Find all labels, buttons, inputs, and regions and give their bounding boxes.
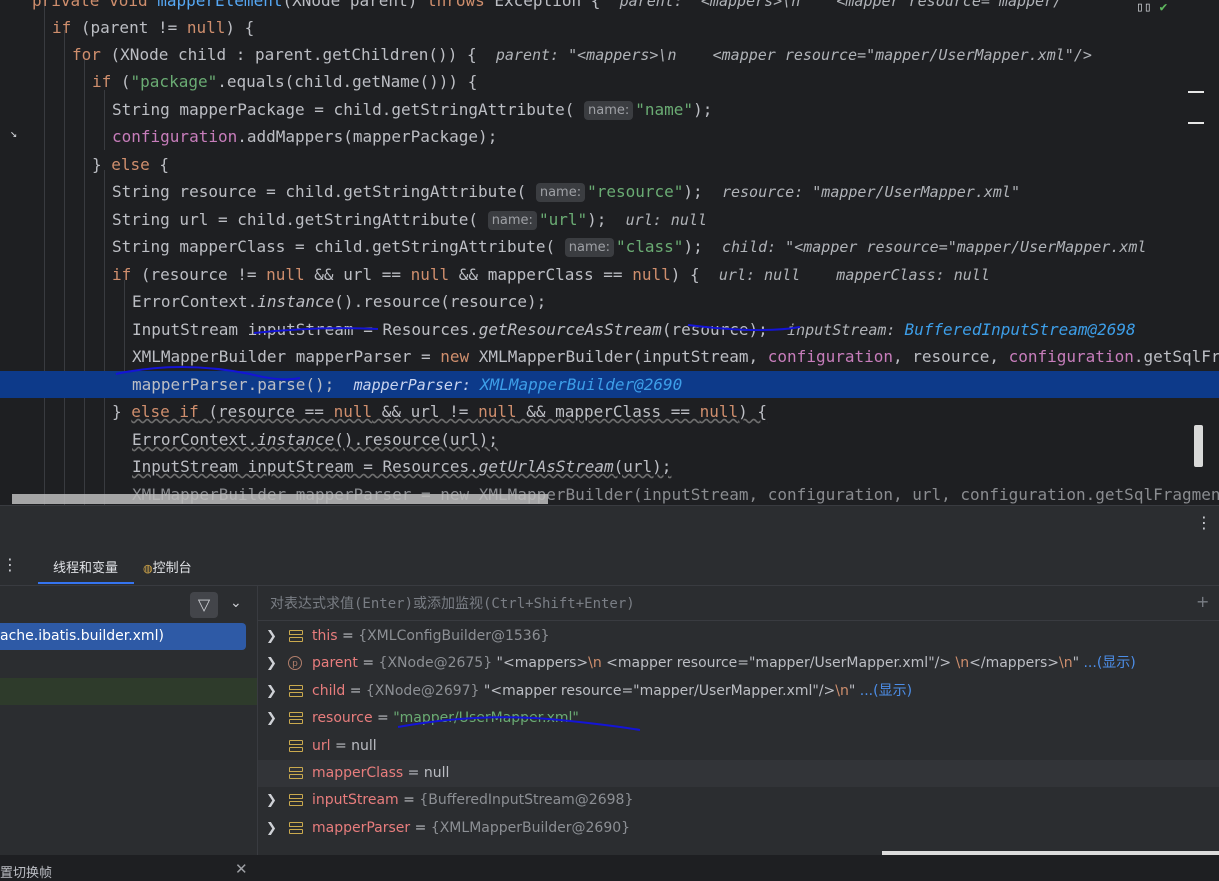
field-icon [288, 793, 303, 807]
variable-row[interactable]: ❯ p parent = {XNode@2675} "<mappers>\n <ma… [258, 650, 1219, 677]
code-line[interactable]: String resource = child.getStringAttribu… [0, 178, 1219, 205]
variable-row[interactable]: url = null [258, 733, 1219, 760]
field-icon [288, 739, 303, 753]
field-icon [288, 711, 303, 725]
field-icon [288, 629, 303, 643]
variable-row[interactable]: ❯ this = {XMLConfigBuilder@1536} [258, 623, 1219, 650]
variable-name: parent = {XNode@2675} "<mappers>\n <mapp… [312, 655, 1136, 672]
variable-value: = {XMLConfigBuilder@1536} [337, 628, 550, 644]
code-line[interactable]: } else { [0, 151, 1219, 178]
close-icon[interactable]: ✕ [235, 860, 248, 878]
scrollbar-marker [1188, 91, 1204, 93]
variable-value: = {XNode@2675} "<mappers>\n <mapper reso… [357, 655, 1136, 672]
code-line[interactable]: ErrorContext.instance().resource(url); [0, 426, 1219, 453]
variable-value: = "mapper/UserMapper.xml" [372, 710, 579, 727]
scrollbar-marker [1188, 122, 1204, 124]
variable-value: = null [403, 765, 450, 781]
variable-value: = {XNode@2697} "<mapper resource="mapper… [345, 682, 913, 699]
code-line[interactable]: } else if (resource == null && url != nu… [0, 398, 1219, 425]
vertical-scrollbar-thumb[interactable] [1194, 425, 1203, 467]
variable-value: = {BufferedInputStream@2698} [398, 792, 634, 809]
variable-name: resource = "mapper/UserMapper.xml" [312, 710, 579, 727]
more-options-icon[interactable]: ⋮ [1196, 513, 1212, 532]
status-bar-fragment [882, 851, 1219, 855]
tab-threads-variables[interactable]: 线程和变量 [53, 557, 118, 576]
code-editor[interactable]: private void mapperElement(XNode parent)… [0, 0, 1219, 505]
code-line[interactable]: ErrorContext.instance().resource(resourc… [0, 288, 1219, 315]
tab-console[interactable]: ◍控制台 [143, 557, 192, 576]
chevron-right-icon[interactable]: ❯ [266, 678, 277, 705]
chevron-right-icon[interactable]: ❯ [266, 705, 277, 732]
chevron-right-icon[interactable]: ❯ [266, 650, 277, 677]
variable-name: mapperClass = null [312, 765, 450, 781]
step-arrow-icon: ↘ [10, 126, 18, 140]
field-icon [288, 684, 303, 698]
code-line[interactable]: String mapperClass = child.getStringAttr… [0, 233, 1219, 260]
evaluate-expression-bar: + [258, 586, 1219, 621]
code-line[interactable]: mapperParser.parse(); mapperParser: XMLM… [0, 371, 1219, 398]
variable-name: url = null [312, 737, 377, 754]
variable-row[interactable]: ❯ inputStream = {BufferedInputStream@2698… [258, 787, 1219, 814]
frame-switch-hint: 置切换帧 [0, 866, 53, 881]
code-line[interactable]: if (resource != null && url == null && m… [0, 261, 1219, 288]
debug-tabs: ⋮ 线程和变量 ◍控制台 [0, 547, 1219, 586]
code-line[interactable]: for (XNode child : parent.getChildren())… [0, 41, 1219, 68]
chevron-down-icon[interactable]: ⌄ [230, 595, 242, 611]
variable-name: child = {XNode@2697} "<mapper resource="… [312, 682, 913, 699]
chevron-right-icon[interactable]: ❯ [266, 623, 277, 650]
console-icon: ◍ [143, 562, 153, 575]
variable-row[interactable]: ❯ resource = "mapper/UserMapper.xml" [258, 705, 1219, 732]
filter-icon[interactable]: ▽ [190, 592, 218, 618]
editor-status-icons: ▯▯ ✔ [1136, 0, 1168, 15]
frames-panel: ▽ ⌄ ache.ibatis.builder.xml) 置切换帧 ✕ [0, 586, 258, 881]
field-icon [288, 821, 303, 835]
panel-divider[interactable] [0, 505, 1219, 548]
frame-item[interactable] [0, 678, 257, 705]
code-line[interactable]: String url = child.getStringAttribute( n… [0, 206, 1219, 233]
variable-row[interactable]: ❯ mapperParser = {XMLMapperBuilder@2690} [258, 815, 1219, 842]
protected-field-icon: p [288, 656, 302, 671]
variable-name: this = {XMLConfigBuilder@1536} [312, 628, 550, 644]
frame-item-selected[interactable]: ache.ibatis.builder.xml) [0, 623, 246, 650]
chevron-right-icon[interactable]: ❯ [266, 787, 277, 814]
code-line[interactable]: configuration.addMappers(mapperPackage); [0, 123, 1219, 150]
variable-name: mapperParser = {XMLMapperBuilder@2690} [312, 819, 631, 836]
code-line[interactable]: if ("package".equals(child.getName())) { [0, 68, 1219, 95]
reader-mode-icon[interactable]: ▯▯ [1136, 0, 1152, 15]
variable-row[interactable]: ❯ child = {XNode@2697} "<mapper resource=… [258, 678, 1219, 705]
code-line[interactable]: InputStream inputStream = Resources.getU… [0, 453, 1219, 480]
tab-console-label: 控制台 [152, 561, 192, 576]
variable-row[interactable]: mapperClass = null [258, 760, 1219, 787]
variable-name: inputStream = {BufferedInputStream@2698} [312, 792, 634, 809]
horizontal-scrollbar-thumb[interactable] [12, 494, 548, 504]
code-line[interactable]: String mapperPackage = child.getStringAt… [0, 96, 1219, 123]
code-line[interactable]: XMLMapperBuilder mapperParser = new XMLM… [0, 343, 1219, 370]
chevron-right-icon[interactable]: ❯ [266, 815, 277, 842]
code-line[interactable]: InputStream inputStream = Resources.getR… [0, 316, 1219, 343]
field-icon [288, 766, 303, 780]
code-line[interactable]: private void mapperElement(XNode parent)… [0, 0, 1219, 14]
evaluate-expression-input[interactable] [268, 592, 1172, 616]
more-options-icon[interactable]: ⋮ [2, 555, 18, 574]
debug-tool-window: ⋮ 线程和变量 ◍控制台 ▽ ⌄ ache.ibatis.builder.xml… [0, 547, 1219, 881]
check-icon: ✔ [1159, 0, 1168, 15]
add-watch-icon[interactable]: + [1196, 592, 1209, 611]
variables-panel: + ❯ this = {XMLConfigBuilder@1536} ❯ pparen… [258, 586, 1219, 855]
variable-value: = {XMLMapperBuilder@2690} [410, 819, 631, 836]
active-tab-indicator [38, 582, 134, 584]
code-line[interactable]: if (parent != null) { [0, 14, 1219, 41]
variable-value: = null [330, 737, 377, 754]
